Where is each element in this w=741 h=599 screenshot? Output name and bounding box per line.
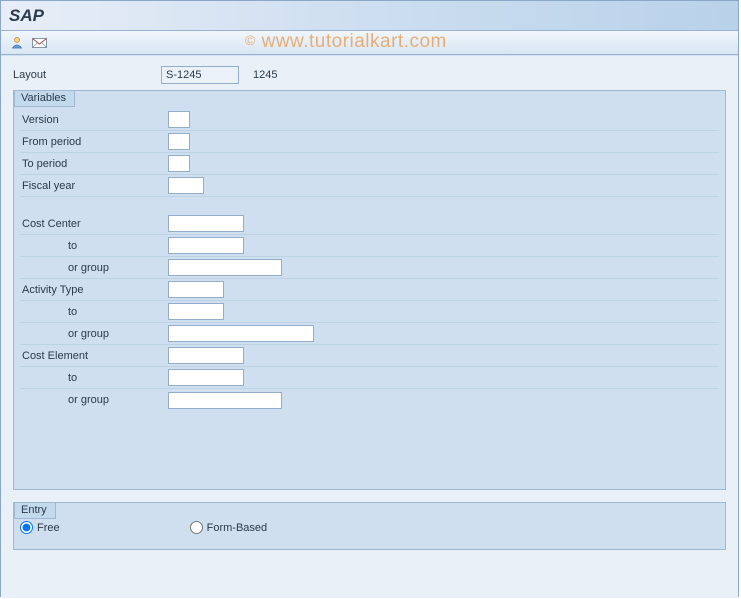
sap-window: SAP © www.tutorialkart.com Layout 1245 [0,0,739,597]
titlebar: SAP [1,1,738,31]
ce-to-label: to [20,372,168,384]
version-input[interactable] [168,111,190,128]
variables-title: Variables [14,90,75,107]
from-period-row: From period [20,131,719,153]
layout-desc: 1245 [253,69,277,81]
watermark: © www.tutorialkart.com [245,31,447,53]
at-group-input[interactable] [168,325,314,342]
entry-free-row[interactable]: Free [20,521,60,534]
variables-group: Variables Version From period To period … [13,90,726,490]
activity-type-input[interactable] [168,281,224,298]
cost-element-label: Cost Element [20,350,168,362]
entry-form-label: Form-Based [207,522,268,534]
activity-type-label: Activity Type [20,284,168,296]
activity-type-group-row: or group [20,323,719,345]
ce-group-label: or group [20,394,168,406]
cost-center-to-row: to [20,235,719,257]
fiscal-year-input[interactable] [168,177,204,194]
entry-form-row[interactable]: Form-Based [190,521,268,534]
entry-form-radio[interactable] [190,521,203,534]
cc-group-label: or group [20,262,168,274]
fiscal-year-label: Fiscal year [20,180,168,192]
cost-center-label: Cost Center [20,218,168,230]
at-to-input[interactable] [168,303,224,320]
cost-center-row: Cost Center [20,213,719,235]
layout-input[interactable] [161,66,239,84]
ce-group-input[interactable] [168,392,282,409]
spacer [20,197,719,213]
from-period-input[interactable] [168,133,190,150]
entry-group: Entry Free Form-Based [13,502,726,550]
envelope-icon[interactable] [31,35,47,51]
cost-element-group-row: or group [20,389,719,411]
ce-to-input[interactable] [168,369,244,386]
variables-body: Version From period To period Fiscal yea… [14,91,725,421]
layout-row: Layout 1245 [13,64,726,86]
entry-free-radio[interactable] [20,521,33,534]
to-period-input[interactable] [168,155,190,172]
at-group-label: or group [20,328,168,340]
cc-to-label: to [20,240,168,252]
person-icon[interactable] [9,35,25,51]
app-title: SAP [9,6,44,26]
entry-free-label: Free [37,522,60,534]
cost-element-input[interactable] [168,347,244,364]
entry-title: Entry [14,502,56,519]
toolbar: © www.tutorialkart.com [1,31,738,55]
cc-group-input[interactable] [168,259,282,276]
activity-type-to-row: to [20,301,719,323]
activity-type-row: Activity Type [20,279,719,301]
version-label: Version [20,114,168,126]
cost-element-row: Cost Element [20,345,719,367]
at-to-label: to [20,306,168,318]
fiscal-year-row: Fiscal year [20,175,719,197]
to-period-label: To period [20,158,168,170]
cost-element-to-row: to [20,367,719,389]
cost-center-input[interactable] [168,215,244,232]
cost-center-group-row: or group [20,257,719,279]
from-period-label: From period [20,136,168,148]
layout-label: Layout [13,69,161,81]
entry-body: Free Form-Based [14,503,725,540]
main-area: Layout 1245 Variables Version From perio… [1,55,738,598]
cc-to-input[interactable] [168,237,244,254]
to-period-row: To period [20,153,719,175]
version-row: Version [20,109,719,131]
copyright-icon: © [245,32,256,48]
